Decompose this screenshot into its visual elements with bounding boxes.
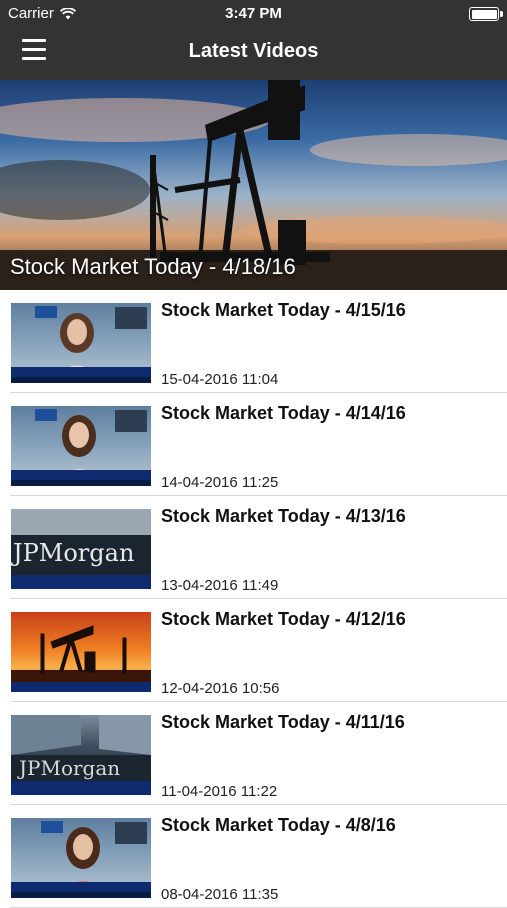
video-date: 12-04-2016 10:56 xyxy=(161,680,280,697)
battery-icon xyxy=(469,7,503,21)
list-item[interactable]: Stock Market Today - 4/12/16 12-04-2016 … xyxy=(0,599,507,702)
video-list: Stock Market Today - 4/15/16 15-04-2016 … xyxy=(0,290,507,908)
navigation-bar: Carrier 3:47 PM Latest Videos xyxy=(0,0,507,80)
video-title: Stock Market Today - 4/13/16 xyxy=(161,506,406,526)
list-item[interactable]: JPMorgan Stock Market Today - 4/13/16 13… xyxy=(0,496,507,599)
video-title: Stock Market Today - 4/12/16 xyxy=(161,609,406,629)
list-item[interactable]: JPMorgan Stock Market Today - 4/11/16 11… xyxy=(0,702,507,805)
featured-video-title: Stock Market Today - 4/18/16 xyxy=(10,254,296,279)
video-thumbnail: JPMorgan xyxy=(11,715,151,795)
list-item[interactable]: Stock Market Today - 4/14/16 14-04-2016 … xyxy=(0,393,507,496)
video-title: Stock Market Today - 4/14/16 xyxy=(161,403,406,423)
svg-text:JPMorgan: JPMorgan xyxy=(11,539,134,567)
featured-video[interactable]: Stock Market Today - 4/18/16 xyxy=(0,80,507,290)
video-title: Stock Market Today - 4/15/16 xyxy=(161,300,406,320)
video-thumbnail: JPMorgan xyxy=(11,509,151,589)
video-title: Stock Market Today - 4/8/16 xyxy=(161,815,396,835)
video-thumbnail xyxy=(11,818,151,898)
video-date: 08-04-2016 11:35 xyxy=(161,886,279,903)
video-title: Stock Market Today - 4/11/16 xyxy=(161,712,405,732)
list-item[interactable]: Stock Market Today - 4/15/16 15-04-2016 … xyxy=(0,290,507,393)
video-date: 14-04-2016 11:25 xyxy=(161,474,279,491)
status-bar: Carrier 3:47 PM xyxy=(0,0,507,28)
list-item[interactable]: Stock Market Today - 4/8/16 08-04-2016 1… xyxy=(0,805,507,908)
status-time: 3:47 PM xyxy=(225,5,282,22)
video-thumbnail xyxy=(11,612,151,692)
video-thumbnail xyxy=(11,406,151,486)
video-thumbnail xyxy=(11,303,151,383)
page-title: Latest Videos xyxy=(188,40,319,62)
video-date: 11-04-2016 11:22 xyxy=(161,783,278,800)
video-date: 15-04-2016 11:04 xyxy=(161,371,279,388)
video-date: 13-04-2016 11:49 xyxy=(161,577,279,594)
svg-text:JPMorgan: JPMorgan xyxy=(17,756,120,780)
